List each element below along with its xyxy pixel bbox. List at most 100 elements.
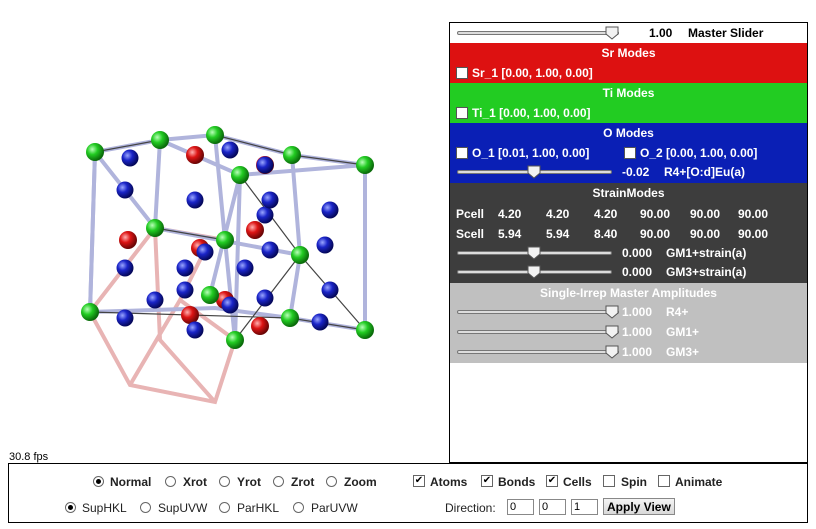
- o-atom[interactable]: [116, 181, 134, 199]
- radio-zoom[interactable]: [326, 476, 337, 487]
- direction-l-input[interactable]: 1: [571, 499, 598, 515]
- radio-normal[interactable]: [93, 476, 104, 487]
- o-atom[interactable]: [176, 259, 194, 277]
- ti-atom[interactable]: [151, 131, 169, 149]
- o-mode-slider[interactable]: [457, 165, 612, 179]
- gm3-amplitude-slider[interactable]: [457, 345, 619, 359]
- radio-yrot-label: Yrot: [237, 475, 261, 489]
- pcell-label: Pcell: [456, 207, 485, 221]
- ti-atom[interactable]: [231, 166, 249, 184]
- apply-view-button[interactable]: Apply View: [603, 498, 675, 515]
- slider-thumb[interactable]: [527, 246, 541, 260]
- radio-parhkl[interactable]: [219, 502, 230, 513]
- slider-thumb[interactable]: [605, 26, 619, 40]
- ti-atom[interactable]: [206, 126, 224, 144]
- o-atom[interactable]: [311, 313, 329, 331]
- gm3-amplitude-value: 1.000: [622, 345, 653, 359]
- sr-atom[interactable]: [181, 306, 199, 324]
- o-atom[interactable]: [321, 201, 339, 219]
- ti-atom[interactable]: [146, 219, 164, 237]
- ti-1-checkbox[interactable]: [456, 107, 468, 119]
- ti-atom[interactable]: [226, 331, 244, 349]
- radio-xrot[interactable]: [165, 476, 176, 487]
- ti-atom[interactable]: [216, 231, 234, 249]
- radio-zrot[interactable]: [273, 476, 284, 487]
- ti-atom[interactable]: [291, 246, 309, 264]
- ti-atom[interactable]: [283, 146, 301, 164]
- strain-modes-section: StrainModes Pcell 4.20 4.20 4.20 90.00 9…: [450, 183, 807, 283]
- o-atom[interactable]: [316, 236, 334, 254]
- o-atom[interactable]: [261, 241, 279, 259]
- o-atom[interactable]: [196, 243, 214, 261]
- slider-thumb[interactable]: [527, 265, 541, 279]
- direction-k-input[interactable]: 0: [539, 499, 566, 515]
- gm1-amplitude-slider[interactable]: [457, 325, 619, 339]
- o-atom[interactable]: [256, 289, 274, 307]
- r4-amplitude-slider[interactable]: [457, 305, 619, 319]
- ti-atom[interactable]: [86, 143, 104, 161]
- gm3-strain-value: 0.000: [622, 265, 653, 279]
- ti-atom[interactable]: [281, 309, 299, 327]
- pcell-b: 4.20: [546, 207, 570, 221]
- o-atom[interactable]: [176, 281, 194, 299]
- ti-atom[interactable]: [201, 286, 219, 304]
- animate-checkbox[interactable]: [658, 475, 670, 487]
- sr-atom[interactable]: [186, 146, 204, 164]
- cells-checkbox[interactable]: ✔: [546, 475, 558, 487]
- o-atom[interactable]: [186, 191, 204, 209]
- o-atom[interactable]: [186, 321, 204, 339]
- radio-supuvw-label: SupUVW: [158, 501, 208, 515]
- radio-yrot[interactable]: [219, 476, 230, 487]
- ti-atom[interactable]: [81, 303, 99, 321]
- slider-thumb[interactable]: [605, 345, 619, 359]
- o-atom[interactable]: [146, 291, 164, 309]
- sr-1-label: Sr_1 [0.00, 1.00, 0.00]: [472, 66, 593, 80]
- ti-atom[interactable]: [356, 321, 374, 339]
- o-atom[interactable]: [256, 156, 274, 174]
- gm3-strain-label: GM3+strain(a): [666, 265, 747, 279]
- sr-atom[interactable]: [251, 317, 269, 335]
- o-atom[interactable]: [236, 259, 254, 277]
- slider-thumb[interactable]: [527, 165, 541, 179]
- irrep-master-section: Single-Irrep Master Amplitudes 1.000 R4+…: [450, 283, 807, 363]
- radio-supuvw[interactable]: [140, 502, 151, 513]
- o-atom[interactable]: [261, 191, 279, 209]
- direction-h-input[interactable]: 0: [507, 499, 534, 515]
- radio-paruvw[interactable]: [293, 502, 304, 513]
- o-atom[interactable]: [121, 149, 139, 167]
- gm1-strain-slider[interactable]: [457, 246, 612, 260]
- spin-checkbox[interactable]: [603, 475, 615, 487]
- o-atom[interactable]: [256, 206, 274, 224]
- structure-viewer[interactable]: 30.8 fps: [0, 0, 450, 463]
- o-atom[interactable]: [221, 141, 239, 159]
- o-modes-section: O Modes O_1 [0.01, 1.00, 0.00] O_2 [0.00…: [450, 123, 807, 183]
- o-2-checkbox[interactable]: [624, 147, 636, 159]
- o-atom[interactable]: [321, 281, 339, 299]
- crystal-structure-render[interactable]: [0, 0, 450, 462]
- slider-thumb[interactable]: [605, 305, 619, 319]
- master-slider[interactable]: [457, 26, 619, 40]
- master-label: Master Slider: [688, 26, 764, 40]
- pcell-c: 4.20: [594, 207, 618, 221]
- gm3-strain-slider[interactable]: [457, 265, 612, 279]
- r4-amplitude-value: 1.000: [622, 305, 653, 319]
- o-atom[interactable]: [116, 309, 134, 327]
- scell-a: 5.94: [498, 227, 522, 241]
- o-atom[interactable]: [221, 296, 239, 314]
- o-mode-label: R4+[O:d]Eu(a): [664, 165, 745, 179]
- o-atom[interactable]: [116, 259, 134, 277]
- cells-label: Cells: [563, 475, 592, 489]
- radio-suphkl[interactable]: [65, 502, 76, 513]
- atoms-checkbox[interactable]: ✔: [413, 475, 425, 487]
- sr-modes-header: Sr Modes: [601, 46, 656, 60]
- irrep-master-header: Single-Irrep Master Amplitudes: [540, 286, 717, 300]
- sr-atom[interactable]: [119, 231, 137, 249]
- o-1-checkbox[interactable]: [456, 147, 468, 159]
- slider-thumb[interactable]: [605, 325, 619, 339]
- sr-atom[interactable]: [246, 221, 264, 239]
- ti-atom[interactable]: [356, 156, 374, 174]
- pcell-beta: 90.00: [690, 207, 721, 221]
- sr-1-checkbox[interactable]: [456, 67, 468, 79]
- bonds-label: Bonds: [498, 475, 536, 489]
- bonds-checkbox[interactable]: ✔: [481, 475, 493, 487]
